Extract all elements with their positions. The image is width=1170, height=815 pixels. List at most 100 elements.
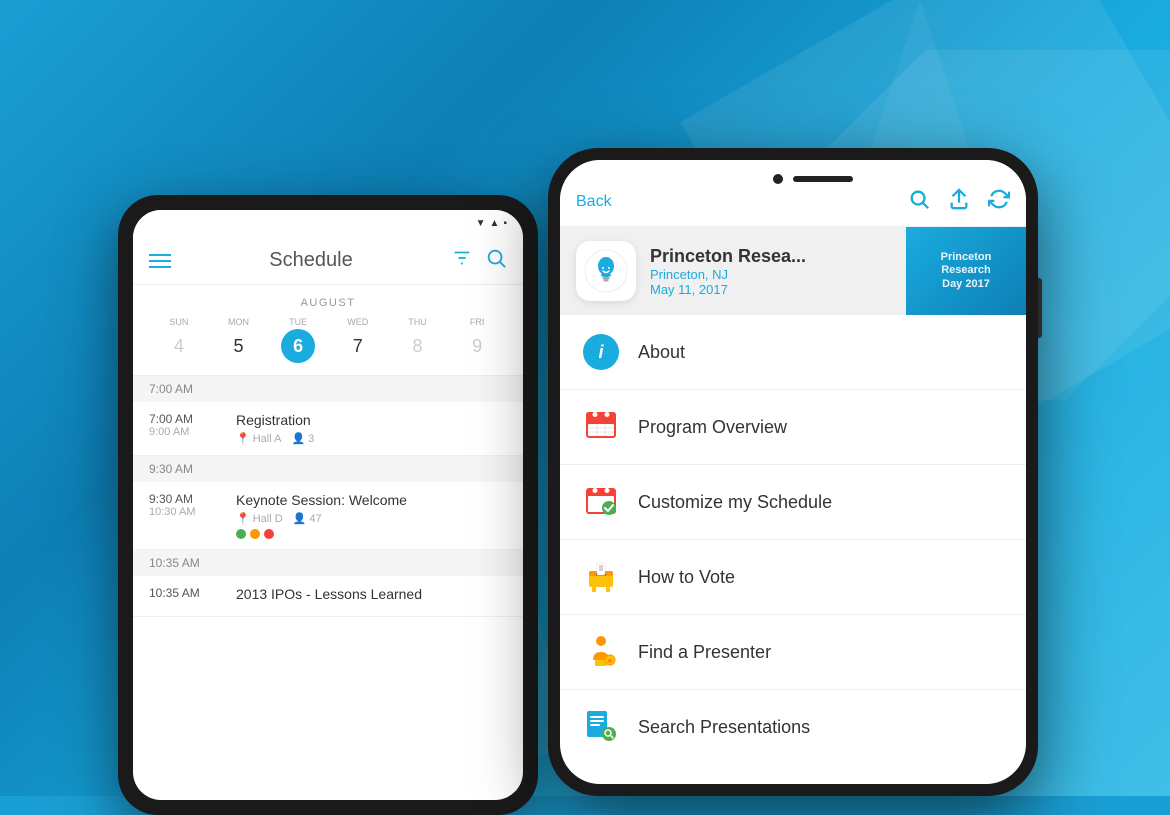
menu-item-search[interactable]: Search Presentations [560, 690, 1026, 764]
presenter-label: Find a Presenter [638, 642, 771, 663]
menu-button[interactable] [149, 254, 171, 268]
iphone-header-actions [908, 188, 1010, 216]
location-meta: 📍 Hall A [236, 432, 281, 445]
schedule-item-keynote[interactable]: 9:30 AM 10:30 AM Keynote Session: Welcom… [133, 482, 523, 550]
day-name-wed: WED [347, 317, 368, 327]
day-name-sun: SUN [169, 317, 188, 327]
about-icon-wrapper: i [580, 331, 622, 373]
attendees-count: 3 [308, 433, 314, 445]
menu-item-about[interactable]: i About [560, 315, 1026, 390]
search-presentations-label: Search Presentations [638, 717, 810, 738]
filter-icon[interactable] [451, 247, 473, 274]
schedule-details-ipos: 2013 IPOs - Lessons Learned [236, 586, 507, 606]
day-name-mon: MON [228, 317, 249, 327]
search-button-iphone[interactable] [908, 188, 930, 216]
day-tue[interactable]: TUE 6 [281, 317, 315, 363]
hamburger-line [149, 254, 171, 256]
menu-list: i About [560, 315, 1026, 784]
day-num-thu: 8 [400, 329, 434, 363]
day-thu[interactable]: THU 8 [400, 317, 434, 363]
search-button-android[interactable] [485, 247, 507, 274]
person-icon: 👤 [291, 432, 305, 445]
time-header-930: 9:30 AM [133, 456, 523, 482]
day-sun[interactable]: SUN 4 [162, 317, 196, 363]
search-pres-icon-wrapper [580, 706, 622, 748]
day-name-thu: THU [408, 317, 427, 327]
app-icon-svg [584, 249, 628, 293]
android-screen: ▼ ▲ ▪ Schedule [133, 210, 523, 800]
session-meta-keynote: 📍 Hall D 👤 47 [236, 512, 507, 525]
day-name-fri: FRI [470, 317, 485, 327]
days-row: SUN 4 MON 5 TUE 6 WED 7 THU 8 [149, 317, 507, 363]
calendar-check-icon [583, 482, 619, 523]
session-title: Registration [236, 412, 507, 428]
dot-green [236, 529, 246, 539]
start-time: 7:00 AM [149, 412, 224, 426]
iphone: Back [548, 148, 1038, 796]
refresh-button[interactable] [988, 188, 1010, 216]
banner-image: PrincetonResearchDay 2017 [906, 227, 1026, 315]
day-num-sun: 4 [162, 329, 196, 363]
attendees-count-keynote: 47 [309, 513, 321, 525]
android-title: Schedule [269, 249, 352, 272]
color-dots [236, 529, 507, 539]
customize-icon-wrapper [580, 481, 622, 523]
schedule-item-registration[interactable]: 7:00 AM 9:00 AM Registration 📍 Hall A 👤 … [133, 402, 523, 456]
iphone-side-button [1038, 278, 1042, 338]
day-num-wed: 7 [341, 329, 375, 363]
start-time-keynote: 9:30 AM [149, 492, 224, 506]
end-time-keynote: 10:30 AM [149, 506, 224, 518]
iphone-screen: Back [560, 160, 1026, 784]
share-button[interactable] [948, 188, 970, 216]
iphone-speaker [793, 176, 853, 182]
attendees-meta: 👤 3 [291, 432, 314, 445]
location-icon: 📍 [236, 432, 250, 445]
android-status-bar: ▼ ▲ ▪ [133, 210, 523, 237]
about-label: About [638, 342, 685, 363]
program-icon-wrapper [580, 406, 622, 448]
android-phone: ▼ ▲ ▪ Schedule [118, 195, 538, 815]
day-mon[interactable]: MON 5 [221, 317, 255, 363]
day-fri[interactable]: FRI 9 [460, 317, 494, 363]
app-icon-wrapper [576, 241, 636, 301]
vote-icon [583, 557, 619, 598]
info-icon: i [583, 334, 619, 370]
dot-red [264, 529, 274, 539]
menu-item-customize[interactable]: Customize my Schedule [560, 465, 1026, 540]
session-title-keynote: Keynote Session: Welcome [236, 492, 507, 508]
location-icon-keynote: 📍 [236, 512, 250, 525]
location-text: Hall A [253, 433, 282, 445]
day-name-tue: TUE [289, 317, 307, 327]
back-button[interactable]: Back [576, 193, 612, 211]
schedule-time-ipos: 10:35 AM [149, 586, 224, 606]
banner-bg-text: PrincetonResearchDay 2017 [941, 251, 992, 291]
calendar-strip: AUGUST SUN 4 MON 5 TUE 6 WED 7 [133, 285, 523, 376]
schedule-details: Registration 📍 Hall A 👤 3 [236, 412, 507, 445]
hamburger-line [149, 260, 171, 262]
vote-label: How to Vote [638, 567, 735, 588]
time-header-1035: 10:35 AM [133, 550, 523, 576]
program-label: Program Overview [638, 417, 787, 438]
schedule-time-keynote: 9:30 AM 10:30 AM [149, 492, 224, 539]
search-presentations-icon [583, 707, 619, 748]
wifi-icon: ▲ [490, 218, 500, 229]
android-header-actions [451, 247, 507, 274]
iphone-notch-bar [560, 160, 1026, 178]
menu-item-presenter[interactable]: ★ Find a Presenter [560, 615, 1026, 690]
menu-item-program[interactable]: Program Overview [560, 390, 1026, 465]
hamburger-line [149, 266, 171, 268]
location-text-keynote: Hall D [253, 513, 283, 525]
day-num-mon: 5 [221, 329, 255, 363]
person-icon-keynote: 👤 [293, 512, 307, 525]
schedule-item-ipos[interactable]: 10:35 AM 2013 IPOs - Lessons Learned [133, 576, 523, 617]
dot-orange [250, 529, 260, 539]
session-title-ipos: 2013 IPOs - Lessons Learned [236, 586, 507, 602]
android-app-header: Schedule [133, 237, 523, 285]
session-meta: 📍 Hall A 👤 3 [236, 432, 507, 445]
month-label: AUGUST [149, 297, 507, 309]
day-wed[interactable]: WED 7 [341, 317, 375, 363]
end-time: 9:00 AM [149, 426, 224, 438]
vote-icon-wrapper [580, 556, 622, 598]
menu-item-vote[interactable]: How to Vote [560, 540, 1026, 615]
location-meta-keynote: 📍 Hall D [236, 512, 283, 525]
